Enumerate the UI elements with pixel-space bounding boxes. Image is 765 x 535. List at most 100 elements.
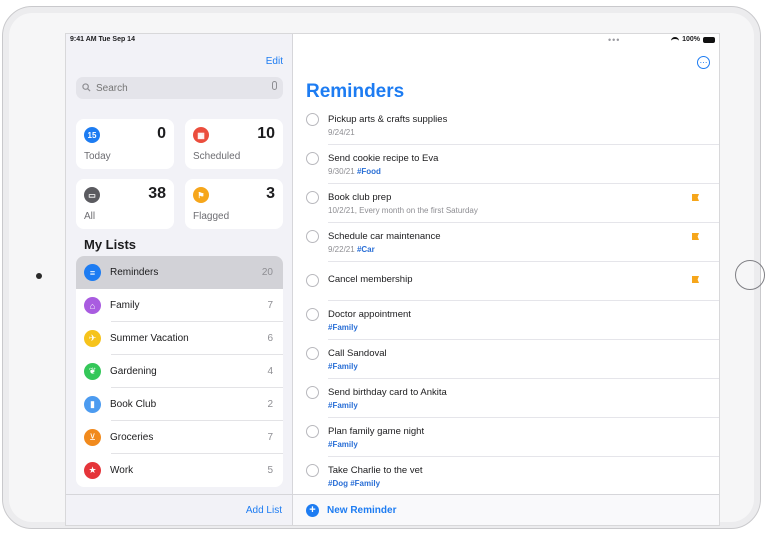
list-name: Reminders — [110, 267, 159, 278]
complete-checkbox[interactable] — [306, 230, 319, 243]
smart-list-count: 0 — [157, 125, 166, 142]
search-input[interactable] — [94, 81, 258, 95]
sidebar-item-book-club[interactable]: ▮ Book Club 2 — [76, 388, 283, 421]
list-bullet-icon: ≡ — [84, 264, 101, 281]
list-count: 7 — [267, 300, 273, 311]
reminder-date: 9/24/21 — [328, 128, 355, 137]
reminder-tags[interactable]: #Family — [328, 362, 358, 371]
smart-list-label: Today — [84, 151, 111, 162]
more-options-icon[interactable]: ⋯ — [697, 56, 710, 69]
reminder-date: 9/30/21 — [328, 167, 355, 176]
reminder-item[interactable]: Send birthday card to Ankita #Family — [293, 379, 719, 418]
ipad-frame: 9:41 AM Tue Sep 14 Edit 15 0 Today ▦ 10 Sched… — [2, 6, 765, 529]
reminder-tags[interactable]: #Car — [357, 245, 375, 254]
reminder-title: Send birthday card to Ankita — [328, 387, 447, 398]
complete-checkbox[interactable] — [306, 308, 319, 321]
smart-list-count: 10 — [257, 125, 275, 142]
complete-checkbox[interactable] — [306, 191, 319, 204]
microphone-icon[interactable] — [272, 81, 277, 90]
smart-list-card-scheduled[interactable]: ▦ 10 Scheduled — [185, 119, 283, 169]
list-name: Book Club — [110, 399, 157, 410]
calendar-scheduled-icon: ▦ — [193, 127, 209, 143]
sidebar-item-groceries[interactable]: ⊻ Groceries 7 — [76, 421, 283, 454]
my-lists: ≡ Reminders 20 ⌂ Family 7 ✈ Summer Vacation 6 ❦ Ga… — [76, 256, 283, 487]
new-reminder-button[interactable]: New Reminder — [327, 505, 396, 516]
sidebar-footer: Add List — [66, 494, 292, 525]
smart-list-card-flagged[interactable]: ⚑ 3 Flagged — [185, 179, 283, 229]
list-count: 2 — [267, 399, 273, 410]
sidebar-item-reminders[interactable]: ≡ Reminders 20 — [76, 256, 283, 289]
sidebar-item-work[interactable]: ★ Work 5 — [76, 454, 283, 487]
reminder-item[interactable]: Book club prep 10/2/21, Every month on th… — [293, 184, 719, 223]
smart-list-label: Flagged — [193, 211, 230, 222]
complete-checkbox[interactable] — [306, 464, 319, 477]
smart-list-label: Scheduled — [193, 151, 241, 162]
reminder-item[interactable]: Call Sandoval #Family — [293, 340, 719, 379]
smart-list-card-today[interactable]: 15 0 Today — [76, 119, 174, 169]
reminder-item[interactable]: Plan family game night #Family — [293, 418, 719, 457]
flag-icon — [692, 194, 699, 201]
flag-icon: ⚑ — [193, 187, 209, 203]
star-icon: ★ — [84, 462, 101, 479]
status-indicators: 100% — [671, 36, 715, 43]
add-list-button[interactable]: Add List — [246, 505, 282, 516]
reminder-tags[interactable]: #Food — [357, 167, 381, 176]
reminder-item[interactable]: Schedule car maintenance 9/22/21 #Car — [293, 223, 719, 262]
plus-circle-icon[interactable]: + — [306, 504, 319, 517]
complete-checkbox[interactable] — [306, 274, 319, 287]
smart-list-card-all[interactable]: ▭ 38 All — [76, 179, 174, 229]
reminders-list: Pickup arts & crafts supplies 9/24/21 Send… — [293, 106, 719, 496]
sidebar-item-gardening[interactable]: ❦ Gardening 4 — [76, 355, 283, 388]
reminder-item[interactable]: Cancel membership — [293, 262, 719, 301]
list-count: 5 — [267, 465, 273, 476]
sidebar-item-family[interactable]: ⌂ Family 7 — [76, 289, 283, 322]
reminder-title: Schedule car maintenance — [328, 231, 441, 242]
list-name: Gardening — [110, 366, 157, 377]
tray-icon: ▭ — [84, 187, 100, 203]
reminder-details: 9/22/21 #Car — [328, 245, 375, 254]
list-count: 20 — [261, 267, 273, 278]
airplane-icon: ✈ — [84, 330, 101, 347]
reminder-date: 10/2/21, Every month on the first Saturd… — [328, 206, 478, 215]
reminder-tags[interactable]: #Family — [328, 440, 358, 449]
reminder-title: Call Sandoval — [328, 348, 387, 359]
search-icon — [82, 82, 91, 94]
list-count: 4 — [267, 366, 273, 377]
complete-checkbox[interactable] — [306, 425, 319, 438]
reminder-item[interactable]: Pickup arts & crafts supplies 9/24/21 — [293, 106, 719, 145]
reminder-title: Take Charlie to the vet — [328, 465, 423, 476]
reminder-details: #Family — [328, 440, 358, 449]
page-title: Reminders — [306, 81, 405, 102]
home-button[interactable] — [735, 260, 765, 290]
list-count: 7 — [267, 432, 273, 443]
reminder-tags[interactable]: #Family — [328, 401, 358, 410]
complete-checkbox[interactable] — [306, 113, 319, 126]
reminder-title: Cancel membership — [328, 274, 413, 285]
sidebar: 9:41 AM Tue Sep 14 Edit 15 0 Today ▦ 10 Sched… — [66, 34, 293, 525]
reminder-title: Doctor appointment — [328, 309, 411, 320]
list-count: 6 — [267, 333, 273, 344]
reminder-item[interactable]: Send cookie recipe to Eva 9/30/21 #Food — [293, 145, 719, 184]
complete-checkbox[interactable] — [306, 347, 319, 360]
complete-checkbox[interactable] — [306, 386, 319, 399]
calendar-today-icon: 15 — [84, 127, 100, 143]
multitasking-dots[interactable]: ••• — [608, 35, 620, 45]
reminder-details: 10/2/21, Every month on the first Saturd… — [328, 206, 478, 215]
search-bar[interactable] — [76, 77, 283, 99]
screen: 9:41 AM Tue Sep 14 Edit 15 0 Today ▦ 10 Sched… — [65, 33, 720, 526]
battery-percent: 100% — [682, 36, 700, 43]
list-name: Summer Vacation — [110, 333, 189, 344]
reminder-item[interactable]: Take Charlie to the vet #Dog #Family — [293, 457, 719, 496]
reminder-details: #Dog #Family — [328, 479, 380, 488]
complete-checkbox[interactable] — [306, 152, 319, 165]
reminder-tags[interactable]: #Dog #Family — [328, 479, 380, 488]
sidebar-item-summer-vacation[interactable]: ✈ Summer Vacation 6 — [76, 322, 283, 355]
reminder-tags[interactable]: #Family — [328, 323, 358, 332]
list-name: Work — [110, 465, 134, 476]
edit-button[interactable]: Edit — [266, 56, 283, 67]
reminder-details: #Family — [328, 362, 358, 371]
smart-list-count: 38 — [148, 185, 166, 202]
reminder-title: Book club prep — [328, 192, 392, 203]
reminder-item[interactable]: Doctor appointment #Family — [293, 301, 719, 340]
battery-icon — [703, 36, 715, 43]
